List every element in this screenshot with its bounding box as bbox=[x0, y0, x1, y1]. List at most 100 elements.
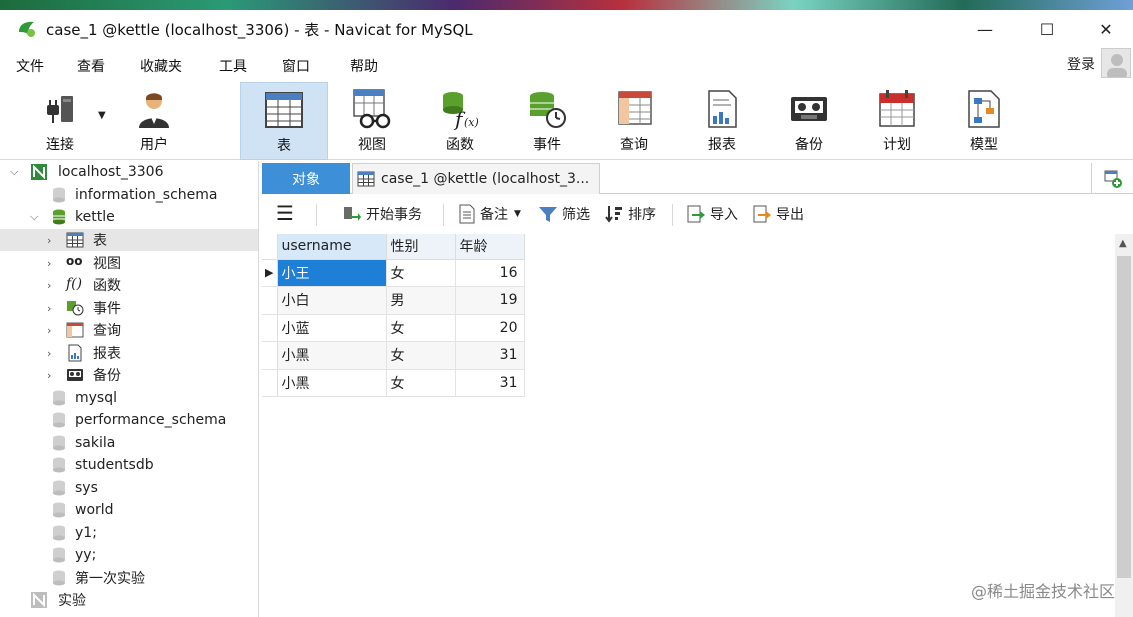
table-row[interactable]: 小蓝 女 20 bbox=[262, 314, 525, 342]
cell-username[interactable]: 小蓝 bbox=[277, 314, 387, 342]
chevron-right-icon[interactable]: › bbox=[47, 279, 51, 292]
menu-view[interactable]: 查看 bbox=[77, 56, 105, 76]
tree-db-studentsdb[interactable]: studentsdb bbox=[0, 454, 258, 476]
tree-kettle-tables[interactable]: › 表 bbox=[0, 229, 258, 251]
scroll-up-arrow-icon[interactable]: ▲ bbox=[1119, 238, 1127, 249]
minimize-button[interactable]: — bbox=[955, 10, 1015, 48]
chevron-down-icon[interactable]: ⌵ bbox=[30, 210, 38, 224]
tree-db-mysql[interactable]: mysql bbox=[0, 387, 258, 409]
query-button[interactable]: 查询 bbox=[590, 82, 678, 160]
tree-db-first-experiment[interactable]: 第一次实验 bbox=[0, 567, 258, 589]
menu-file[interactable]: 文件 bbox=[16, 56, 44, 76]
tree-db-yy[interactable]: yy; bbox=[0, 544, 258, 566]
cell-age[interactable]: 19 bbox=[455, 286, 525, 315]
event-button[interactable]: 事件 bbox=[503, 82, 591, 160]
hamburger-menu-icon[interactable]: ☰ bbox=[276, 201, 294, 225]
column-header-username[interactable]: username bbox=[277, 234, 387, 260]
tab-objects[interactable]: 对象 bbox=[262, 163, 350, 194]
database-icon bbox=[53, 570, 65, 586]
cell-gender[interactable]: 男 bbox=[386, 286, 456, 315]
cell-username[interactable]: 小黑 bbox=[277, 369, 387, 397]
tree-db-y1[interactable]: y1; bbox=[0, 522, 258, 544]
begin-transaction-button[interactable]: 开始事务 bbox=[342, 204, 422, 224]
tree-db-sakila[interactable]: sakila bbox=[0, 432, 258, 454]
table-row[interactable]: 小黑 女 31 bbox=[262, 341, 525, 370]
table-row[interactable]: 小白 男 19 bbox=[262, 286, 525, 315]
tree-db-kettle[interactable]: ⌵ kettle bbox=[0, 206, 258, 228]
cell-username[interactable]: 小王 bbox=[277, 259, 387, 287]
tree-label: information_schema bbox=[75, 187, 218, 203]
menu-favorites[interactable]: 收藏夹 bbox=[140, 56, 182, 76]
import-button[interactable]: 导入 bbox=[686, 204, 738, 224]
model-button[interactable]: 模型 bbox=[940, 82, 1028, 160]
chevron-right-icon[interactable]: › bbox=[47, 347, 51, 360]
tree-db-performance-schema[interactable]: performance_schema bbox=[0, 409, 258, 431]
column-header-gender[interactable]: 性别 bbox=[386, 234, 456, 260]
note-button[interactable]: 备注 ▼ bbox=[458, 204, 521, 224]
cell-age[interactable]: 16 bbox=[455, 259, 525, 287]
chevron-right-icon[interactable]: › bbox=[47, 369, 51, 382]
cell-age[interactable]: 20 bbox=[455, 314, 525, 342]
close-button[interactable]: ✕ bbox=[1076, 10, 1133, 48]
tree-label: studentsdb bbox=[75, 457, 154, 473]
chevron-right-icon[interactable]: › bbox=[47, 302, 51, 315]
tree-kettle-events[interactable]: › 事件 bbox=[0, 297, 258, 319]
tree-db-information-schema[interactable]: information_schema bbox=[0, 184, 258, 206]
tree-kettle-functions[interactable]: › f() 函数 bbox=[0, 274, 258, 296]
tree-label: y1; bbox=[75, 525, 97, 541]
connection-dropdown-chevron-icon[interactable]: ▼ bbox=[98, 110, 106, 121]
backup-button[interactable]: 备份 bbox=[765, 82, 853, 160]
login-link[interactable]: 登录 bbox=[1067, 54, 1095, 74]
maximize-button[interactable]: ☐ bbox=[1017, 10, 1077, 48]
cell-age[interactable]: 31 bbox=[455, 341, 525, 370]
scrollbar-thumb[interactable] bbox=[1117, 256, 1131, 578]
title-bar: case_1 @kettle (localhost_3306) - 表 - Na… bbox=[0, 10, 1133, 48]
table-row[interactable]: ▶ 小王 女 16 bbox=[262, 259, 525, 287]
cell-gender[interactable]: 女 bbox=[386, 314, 456, 342]
tree-kettle-reports[interactable]: › 报表 bbox=[0, 342, 258, 364]
table-button[interactable]: 表 bbox=[240, 82, 328, 160]
tab-case1-table[interactable]: case_1 @kettle (localhost_3... bbox=[352, 163, 600, 194]
function-icon: f() bbox=[66, 276, 83, 292]
begin-transaction-label: 开始事务 bbox=[366, 207, 422, 223]
view-button[interactable]: 视图 bbox=[328, 82, 416, 160]
new-object-button[interactable] bbox=[1091, 163, 1133, 194]
chevron-right-icon[interactable]: › bbox=[47, 257, 51, 270]
filter-button[interactable]: 筛选 bbox=[538, 204, 590, 224]
connection-button[interactable]: 连接 bbox=[16, 82, 104, 160]
sort-button[interactable]: 排序 bbox=[604, 204, 656, 224]
tree-connection-localhost[interactable]: ⌵ localhost_3306 bbox=[0, 161, 258, 183]
cell-gender[interactable]: 女 bbox=[386, 369, 456, 397]
table-label: 表 bbox=[277, 138, 291, 154]
tree-db-world[interactable]: world bbox=[0, 499, 258, 521]
table-icon bbox=[357, 171, 375, 187]
function-button[interactable]: f (x) 函数 bbox=[416, 82, 504, 160]
cell-gender[interactable]: 女 bbox=[386, 341, 456, 370]
tree-db-sys[interactable]: sys bbox=[0, 477, 258, 499]
column-header-age[interactable]: 年龄 bbox=[455, 234, 525, 260]
cell-age[interactable]: 31 bbox=[455, 369, 525, 397]
cell-gender[interactable]: 女 bbox=[386, 259, 456, 287]
report-button[interactable]: 报表 bbox=[678, 82, 766, 160]
connection-label: 连接 bbox=[46, 137, 74, 153]
tree-kettle-queries[interactable]: › 查询 bbox=[0, 319, 258, 341]
tree-kettle-backups[interactable]: › 备份 bbox=[0, 364, 258, 386]
menu-help[interactable]: 帮助 bbox=[350, 56, 378, 76]
vertical-scrollbar[interactable]: ▲ bbox=[1115, 234, 1133, 617]
menu-tools[interactable]: 工具 bbox=[219, 56, 247, 76]
results-table: username 性别 年龄 ▶ 小王 女 16 小白 男 19 小蓝 女 20… bbox=[262, 234, 525, 397]
tree-connection-experiment[interactable]: 实验 bbox=[0, 589, 258, 611]
chevron-right-icon[interactable]: › bbox=[47, 234, 51, 247]
chevron-right-icon[interactable]: › bbox=[47, 324, 51, 337]
cell-username[interactable]: 小黑 bbox=[277, 341, 387, 370]
avatar[interactable] bbox=[1101, 48, 1131, 78]
table-row[interactable]: 小黑 女 31 bbox=[262, 369, 525, 397]
schedule-button[interactable]: 计划 bbox=[853, 82, 941, 160]
user-button[interactable]: 用户 bbox=[110, 82, 198, 160]
chevron-down-icon[interactable]: ▼ bbox=[514, 209, 521, 219]
tree-kettle-views[interactable]: › oo 视图 bbox=[0, 252, 258, 274]
export-button[interactable]: 导出 bbox=[752, 204, 804, 224]
chevron-down-icon[interactable]: ⌵ bbox=[10, 165, 18, 179]
cell-username[interactable]: 小白 bbox=[277, 286, 387, 315]
menu-window[interactable]: 窗口 bbox=[282, 56, 310, 76]
